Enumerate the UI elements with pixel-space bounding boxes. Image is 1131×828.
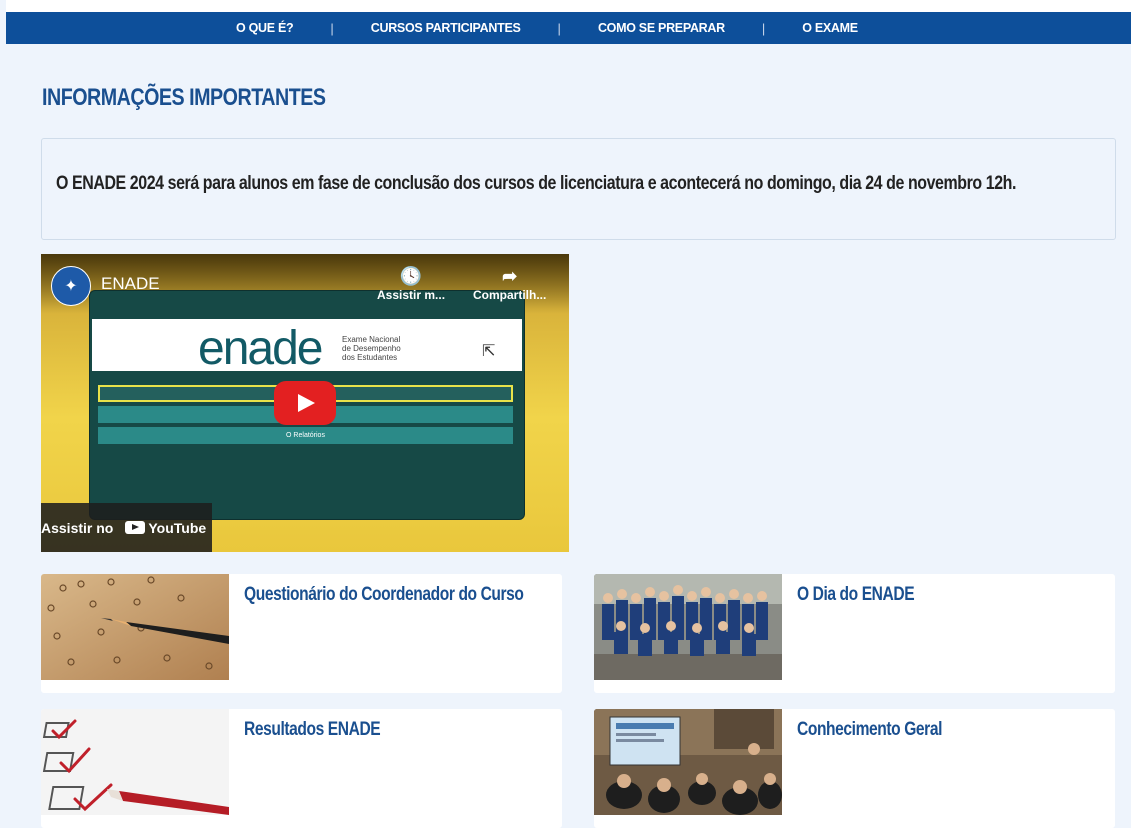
play-button[interactable]: [274, 381, 336, 425]
watch-on-youtube-button[interactable]: Assistir no YouTube: [41, 503, 212, 552]
nav-link-o-exame[interactable]: O EXAME: [802, 21, 858, 35]
channel-avatar[interactable]: ✦: [51, 266, 91, 306]
answer-sheet-pencil-image: [41, 574, 229, 680]
card-title[interactable]: Conhecimento Geral: [797, 719, 942, 741]
video-title[interactable]: ENADE: [101, 274, 160, 294]
video-embed[interactable]: enade Exame Nacional de Desempenho dos E…: [41, 254, 569, 552]
checkboxes-marker-image: [41, 709, 229, 815]
notice-box: O ENADE 2024 será para alunos em fase de…: [41, 138, 1116, 240]
share-button[interactable]: ➦ Compartilh...: [473, 266, 546, 302]
card-resultados[interactable]: Resultados ENADE: [41, 709, 562, 828]
nav-link-o-que-e[interactable]: O QUE É?: [236, 21, 294, 35]
nav-link-como-se-preparar[interactable]: COMO SE PREPARAR: [598, 21, 725, 35]
youtube-icon: [125, 521, 146, 534]
top-navigation: O QUE É? | CURSOS PARTICIPANTES | COMO S…: [6, 0, 1131, 44]
watch-later-button[interactable]: 🕓 Assistir m...: [377, 266, 445, 302]
nav-separator: |: [330, 20, 334, 36]
screen-menu-row: O Relatórios: [98, 427, 513, 444]
nav-separator: |: [557, 20, 561, 36]
card-questionario[interactable]: Questionário do Coordenador do Curso: [41, 574, 562, 693]
card-title[interactable]: O Dia do ENADE: [797, 584, 915, 606]
enade-subtitle: Exame Nacional de Desempenho dos Estudan…: [342, 335, 401, 362]
classroom-image: [594, 709, 782, 815]
nav-link-cursos-participantes[interactable]: CURSOS PARTICIPANTES: [371, 21, 521, 35]
mouse-cursor-icon: ⇱: [482, 343, 496, 360]
card-title[interactable]: Resultados ENADE: [244, 719, 381, 741]
notice-text: O ENADE 2024 será para alunos em fase de…: [56, 173, 1017, 194]
card-conhecimento-geral[interactable]: Conhecimento Geral: [594, 709, 1115, 828]
nav-separator: |: [761, 20, 766, 36]
share-arrow-icon: ➦: [502, 266, 518, 286]
section-title: INFORMAÇÕES IMPORTANTES: [42, 84, 326, 111]
group-photo-image: [594, 574, 782, 680]
clock-icon: 🕓: [399, 266, 423, 286]
card-dia-do-enade[interactable]: O Dia do ENADE: [594, 574, 1115, 693]
enade-wordmark: enade: [198, 322, 323, 375]
card-title[interactable]: Questionário do Coordenador do Curso: [244, 584, 524, 606]
